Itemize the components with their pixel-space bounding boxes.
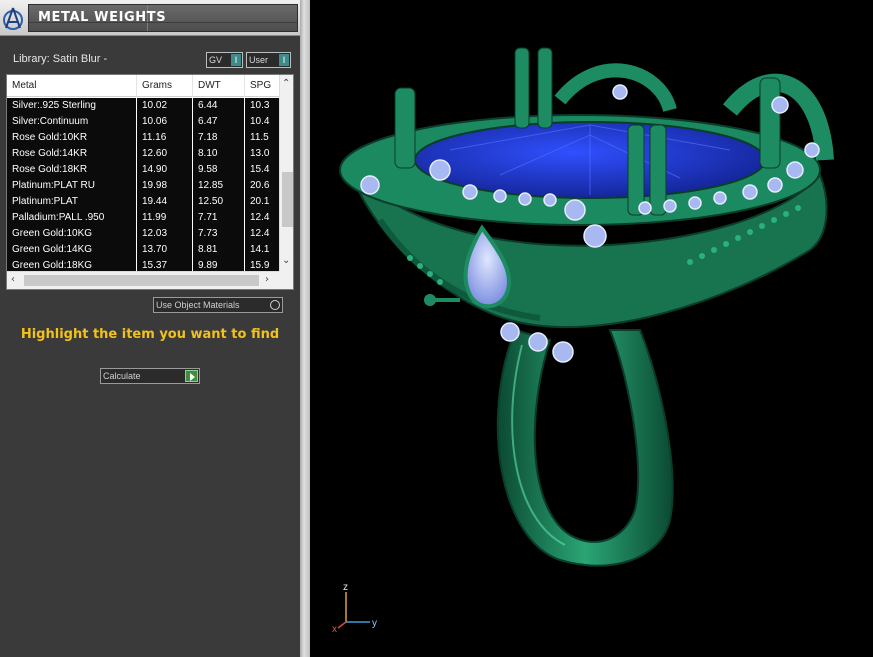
calculate-button[interactable]: Calculate: [100, 368, 200, 384]
grams-cell: 11.16: [137, 130, 192, 145]
3d-viewport[interactable]: z y x: [310, 0, 873, 657]
play-arrow-icon: [185, 370, 198, 382]
table-row[interactable]: Silver:.925 Sterling 10.02 6.44 10.3: [7, 98, 279, 114]
scroll-left-icon[interactable]: ‹: [11, 274, 15, 286]
dwt-cell: 7.18: [193, 130, 244, 145]
gv-toggle[interactable]: GV I: [206, 52, 243, 68]
user-toggle-label: User: [249, 55, 269, 65]
spg-cell: 15.4: [245, 162, 279, 177]
gv-toggle-indicator: I: [231, 54, 241, 66]
scroll-down-icon[interactable]: ⌄: [282, 255, 290, 267]
spg-cell: 12.4: [245, 210, 279, 225]
table-body: Silver:.925 Sterling 10.02 6.44 10.3 Silver:…: [7, 98, 279, 271]
table-row[interactable]: Palladium:PALL .950 11.99 7.71 12.4: [7, 210, 279, 226]
metal-cell: Palladium:PALL .950: [7, 210, 136, 225]
dwt-cell: 6.47: [193, 114, 244, 129]
grams-cell: 12.60: [137, 146, 192, 161]
metal-cell: Rose Gold:10KR: [7, 130, 136, 145]
table-row[interactable]: Green Gold:14KG 13.70 8.81 14.1: [7, 242, 279, 258]
vertical-scrollbar[interactable]: ⌃ ⌄: [279, 75, 293, 271]
column-header-dwt[interactable]: DWT: [193, 75, 245, 97]
metal-cell: Rose Gold:18KR: [7, 162, 136, 177]
column-header-metal[interactable]: Metal: [7, 75, 137, 97]
ring-model[interactable]: [310, 0, 873, 657]
axis-y-label: y: [372, 618, 377, 629]
panel-splitter[interactable]: [300, 0, 310, 657]
table-header: Metal Grams DWT SPG: [7, 75, 279, 97]
metal-cell: Green Gold:10KG: [7, 226, 136, 241]
metal-weights-panel: METAL WEIGHTS Library: Satin Blur - GV I…: [0, 0, 300, 657]
table-row[interactable]: Green Gold:18KG 15.37 9.89 15.9: [7, 258, 279, 271]
grams-cell: 14.90: [137, 162, 192, 177]
app-logo-icon: [3, 7, 23, 30]
gv-toggle-label: GV: [209, 55, 223, 65]
table-row[interactable]: Rose Gold:18KR 14.90 9.58 15.4: [7, 162, 279, 178]
spg-cell: 20.6: [245, 178, 279, 193]
metal-cell: Green Gold:14KG: [7, 242, 136, 257]
scrollbar-corner: [279, 271, 293, 289]
radio-indicator-icon: [270, 300, 280, 310]
spg-cell: 10.4: [245, 114, 279, 129]
grams-cell: 13.70: [137, 242, 192, 257]
grams-cell: 11.99: [137, 210, 192, 225]
metal-cell: Rose Gold:14KR: [7, 146, 136, 161]
metal-cell: Silver:.925 Sterling: [7, 98, 136, 113]
table-row[interactable]: Platinum:PLAT RU 19.98 12.85 20.6: [7, 178, 279, 194]
vertical-scroll-thumb[interactable]: [282, 172, 293, 227]
use-object-materials-label: Use Object Materials: [156, 300, 240, 310]
spg-cell: 15.9: [245, 258, 279, 271]
spg-cell: 10.3: [245, 98, 279, 113]
spg-cell: 12.4: [245, 226, 279, 241]
metal-cell: Platinum:PLAT: [7, 194, 136, 209]
scroll-right-icon[interactable]: ›: [265, 274, 269, 286]
dwt-cell: 9.89: [193, 258, 244, 271]
panel-header: METAL WEIGHTS: [0, 0, 300, 36]
horizontal-scroll-thumb[interactable]: [24, 275, 259, 286]
table-row[interactable]: Rose Gold:10KR 11.16 7.18 11.5: [7, 130, 279, 146]
column-header-spg[interactable]: SPG: [245, 75, 279, 97]
panel-title: METAL WEIGHTS: [38, 10, 167, 25]
dwt-cell: 7.71: [193, 210, 244, 225]
dwt-cell: 12.50: [193, 194, 244, 209]
use-object-materials-button[interactable]: Use Object Materials: [153, 297, 283, 313]
metal-cell: Green Gold:18KG: [7, 258, 136, 271]
grams-cell: 10.06: [137, 114, 192, 129]
calculate-label: Calculate: [103, 371, 141, 381]
table-row[interactable]: Platinum:PLAT 19.44 12.50 20.1: [7, 194, 279, 210]
user-toggle-indicator: I: [279, 54, 289, 66]
spg-cell: 11.5: [245, 130, 279, 145]
dwt-cell: 7.73: [193, 226, 244, 241]
metal-cell: Silver:Continuum: [7, 114, 136, 129]
dwt-cell: 8.81: [193, 242, 244, 257]
hint-text: Highlight the item you want to find: [20, 327, 280, 342]
user-toggle[interactable]: User I: [246, 52, 291, 68]
horizontal-scrollbar[interactable]: ‹ ›: [7, 271, 279, 289]
spg-cell: 13.0: [245, 146, 279, 161]
dwt-cell: 9.58: [193, 162, 244, 177]
grams-cell: 19.44: [137, 194, 192, 209]
dwt-cell: 12.85: [193, 178, 244, 193]
dwt-cell: 6.44: [193, 98, 244, 113]
spg-cell: 14.1: [245, 242, 279, 257]
metal-cell: Platinum:PLAT RU: [7, 178, 136, 193]
grams-cell: 12.03: [137, 226, 192, 241]
axis-x-label: x: [332, 624, 337, 635]
column-header-grams[interactable]: Grams: [137, 75, 193, 97]
grams-cell: 19.98: [137, 178, 192, 193]
axis-triad-icon: z y x: [332, 582, 377, 635]
metal-weights-table: Metal Grams DWT SPG Silver:.925 Sterling…: [6, 74, 294, 290]
table-row[interactable]: Rose Gold:14KR 12.60 8.10 13.0: [7, 146, 279, 162]
dwt-cell: 8.10: [193, 146, 244, 161]
grams-cell: 10.02: [137, 98, 192, 113]
scroll-up-icon[interactable]: ⌃: [282, 78, 290, 90]
spg-cell: 20.1: [245, 194, 279, 209]
table-row[interactable]: Silver:Continuum 10.06 6.47 10.4: [7, 114, 279, 130]
library-label: Library: Satin Blur -: [13, 53, 108, 65]
axis-z-label: z: [343, 582, 348, 593]
grams-cell: 15.37: [137, 258, 192, 271]
table-row[interactable]: Green Gold:10KG 12.03 7.73 12.4: [7, 226, 279, 242]
